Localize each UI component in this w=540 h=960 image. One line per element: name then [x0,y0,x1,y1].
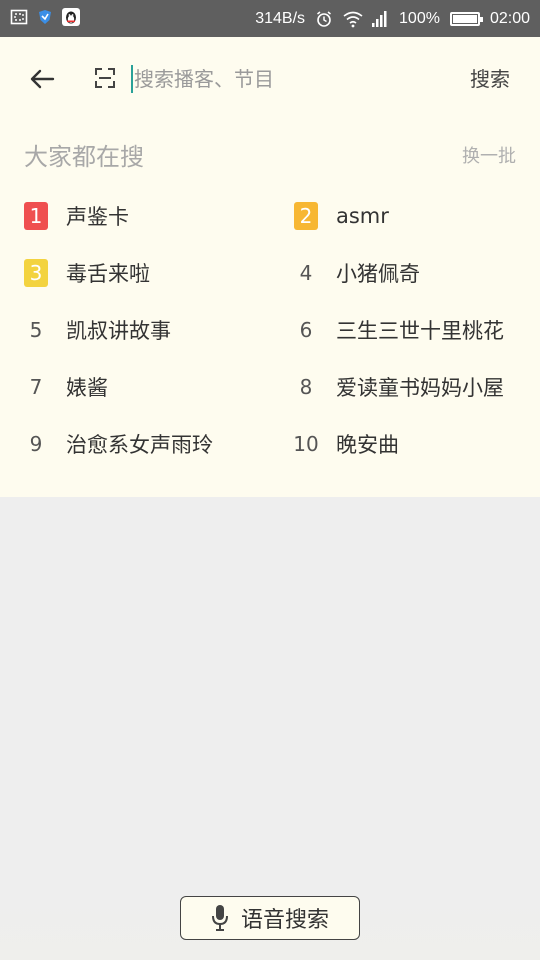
search-input[interactable] [134,61,434,97]
voice-search-bar: 语音搜索 [0,890,540,960]
battery-level [452,14,477,23]
hot-search-list: 1 声鉴卡 2 asmr 3 毒舌来啦 4 小猪佩奇 5 凯叔讲故事 6 三生三… [0,187,540,472]
shield-icon [36,8,54,26]
rank-badge: 3 [24,258,48,287]
hot-search-label: 婊酱 [66,375,108,400]
hot-search-label: 毒舌来啦 [66,261,150,286]
rank-number: 5 [29,317,43,342]
hot-search-item[interactable]: 1 声鉴卡 [0,187,270,244]
hot-search-item[interactable]: 7 婊酱 [0,358,270,415]
scan-button[interactable] [90,63,120,93]
arrow-left-icon [30,69,55,89]
hot-search-label: 小猪佩奇 [336,261,420,286]
battery-icon [449,11,483,26]
search-panel: 搜索 大家都在搜 换一批 1 声鉴卡 2 asmr 3 毒舌来啦 4 小猪佩奇 … [0,37,540,497]
status-bar-notifications [10,8,80,26]
hot-searches-title: 大家都在搜 [24,143,144,171]
search-bar: 搜索 [0,37,540,121]
qq-penguin-icon [62,8,80,26]
microphone-icon [211,905,228,931]
text-cursor [131,65,133,93]
hot-search-item[interactable]: 4 小猪佩奇 [270,244,540,301]
battery-percent: 100% [399,9,440,27]
hot-search-item[interactable]: 3 毒舌来啦 [0,244,270,301]
scan-icon [95,68,115,88]
rank-badge: 1 [24,201,48,230]
alarm-icon [315,10,333,28]
status-bar-system: 314B/s 100% 02:00 [255,0,530,37]
hot-search-item[interactable]: 10 晚安曲 [270,415,540,472]
search-button[interactable]: 搜索 [470,63,510,92]
hot-search-item[interactable]: 9 治愈系女声雨玲 [0,415,270,472]
rank-number: 10 [293,431,319,456]
hot-search-item[interactable]: 6 三生三世十里桃花 [270,301,540,358]
back-button[interactable] [22,61,62,97]
rank-number: 8 [299,374,313,399]
voice-search-label: 语音搜索 [240,908,329,933]
network-speed: 314B/s [255,9,306,27]
status-bar: 314B/s 100% 02:00 [0,0,540,37]
hot-search-label: 声鉴卡 [66,204,129,229]
refresh-button[interactable]: 换一批 [462,142,516,168]
signal-icon [371,10,389,28]
screenshot-icon [10,8,28,26]
hot-search-label: 凯叔讲故事 [66,318,171,343]
hot-search-label: 爱读童书妈妈小屋 [336,375,504,400]
rank-number: 7 [29,374,43,399]
rank-number: 4 [299,260,313,285]
rank-number: 9 [29,431,43,456]
rank-badge: 2 [294,201,318,230]
hot-search-item[interactable]: 5 凯叔讲故事 [0,301,270,358]
clock: 02:00 [489,9,530,27]
hot-search-item[interactable]: 8 爱读童书妈妈小屋 [270,358,540,415]
wifi-icon [343,10,363,28]
hot-search-label: 治愈系女声雨玲 [66,432,213,457]
hot-search-item[interactable]: 2 asmr [270,187,540,244]
hot-search-label: asmr [336,203,389,228]
rank-number: 6 [299,317,313,342]
voice-search-button[interactable]: 语音搜索 [180,896,360,940]
hot-search-label: 三生三世十里桃花 [336,318,504,343]
hot-search-label: 晚安曲 [336,432,399,457]
